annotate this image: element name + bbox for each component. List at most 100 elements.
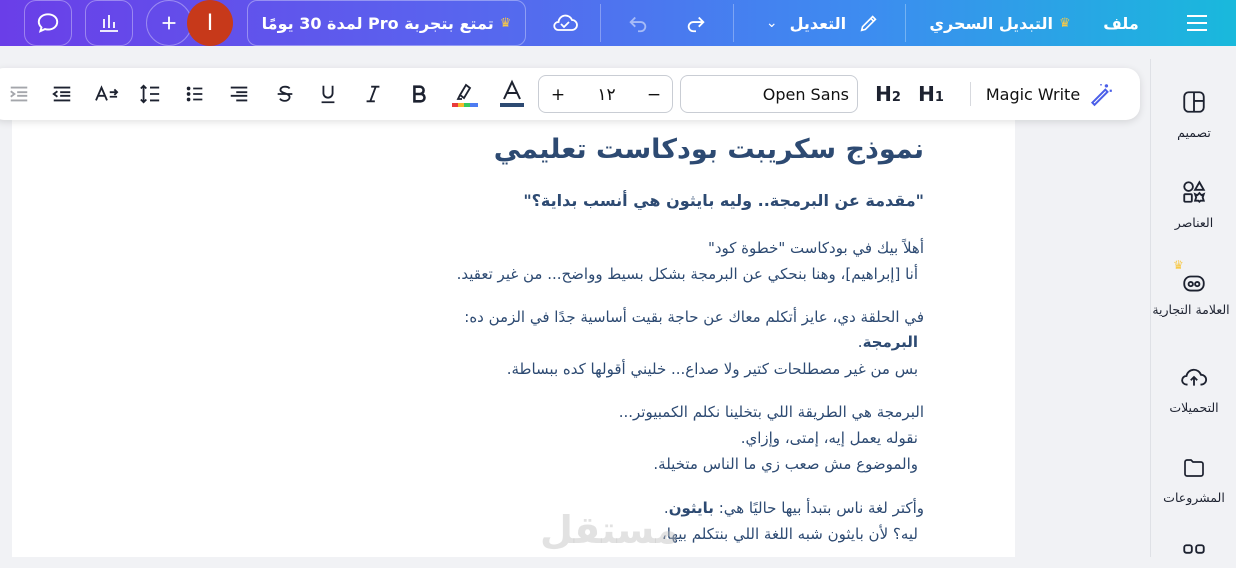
apps-grid-icon <box>1183 544 1205 554</box>
indent-button[interactable] <box>2 68 36 120</box>
divider <box>733 4 734 42</box>
file-menu[interactable]: ملف <box>1098 0 1144 46</box>
letter-spacing-icon <box>95 85 119 101</box>
font-size-value[interactable]: ١٢ <box>584 76 629 114</box>
indent-icon <box>10 86 28 102</box>
bold-icon <box>413 85 426 103</box>
undo-button[interactable] <box>620 0 656 46</box>
paragraph-line[interactable]: بس من غير مصطلحات كتير ولا صداع... خليني… <box>507 357 918 381</box>
hamburger-icon <box>1187 15 1207 31</box>
magic-write-button[interactable]: Magic Write <box>980 68 1120 120</box>
side-item-label: تصميم <box>1177 125 1211 140</box>
side-item-elements[interactable]: العناصر <box>1151 179 1236 230</box>
magic-switch-button[interactable]: التبديل السحري ♛ <box>925 0 1075 46</box>
outdent-icon <box>52 86 71 102</box>
edit-menu[interactable]: ⌄ التعديل <box>758 0 888 46</box>
brand-kit-icon <box>1183 275 1205 292</box>
main-menu-button[interactable] <box>1178 0 1216 46</box>
strikethrough-button[interactable] <box>270 68 300 120</box>
paragraph-line[interactable]: نقوله يعمل إيه، إمتى، وإزاي. <box>741 426 918 450</box>
font-family-value: Open Sans <box>762 84 849 104</box>
paragraph-line[interactable]: وأكتر لغة ناس بتبدأ بيها حاليًا هي: بايث… <box>664 496 924 520</box>
file-label: ملف <box>1103 13 1139 33</box>
heading1-label: H1 <box>918 82 944 106</box>
font-size-increase-button[interactable]: + <box>539 76 577 114</box>
crown-icon: ♛ <box>499 15 512 31</box>
line-spacing-icon <box>140 84 160 104</box>
bar-chart-icon <box>100 15 118 32</box>
magic-wand-icon <box>1091 84 1113 107</box>
side-item-projects[interactable]: المشروعات <box>1151 456 1236 505</box>
watermark: مستقل <box>540 508 679 552</box>
paragraph-line[interactable]: ليه؟ لأن بايثون شبه اللغة اللي بنتكلم بي… <box>662 522 918 546</box>
redo-icon <box>687 16 705 33</box>
side-item-uploads[interactable]: التحميلات <box>1151 364 1236 415</box>
highlighter-icon <box>452 83 478 107</box>
document-title[interactable]: نموذج سكريبت بودكاست تعليمي <box>494 134 924 165</box>
top-bar: I ♛ تمتع بتجربة Pro لمدة 30 يومًا ⌄ التع… <box>0 0 1236 46</box>
invite-button[interactable] <box>146 0 192 46</box>
underline-icon <box>321 85 335 104</box>
cloud-check-icon <box>553 14 578 31</box>
align-button[interactable] <box>222 68 256 120</box>
side-item-brand[interactable]: ♛ العلامة التجارية <box>1151 258 1236 317</box>
side-item-apps[interactable] <box>1151 542 1236 568</box>
underline-button[interactable] <box>313 68 343 120</box>
avatar[interactable]: I <box>187 0 233 46</box>
side-panel: تصميم العناصر ♛ العلامة التجارية التحميل… <box>1150 59 1236 557</box>
align-right-icon <box>230 86 248 102</box>
text-format-toolbar: + ١٢ − Open Sans H2 H1 Magic Write <box>0 68 1140 120</box>
pro-trial-button[interactable]: ♛ تمتع بتجربة Pro لمدة 30 يومًا <box>247 0 526 46</box>
brand-icon-wrap: ♛ <box>1173 258 1207 292</box>
insights-button[interactable] <box>85 0 133 46</box>
paragraph-text: وأكتر لغة ناس بتبدأ بيها حاليًا هي: <box>713 499 924 517</box>
highlight-button[interactable] <box>448 68 482 120</box>
avatar-letter: I <box>206 10 214 36</box>
paragraph-line[interactable]: والموضوع مش صعب زي ما الناس متخيلة. <box>653 452 918 476</box>
side-item-label: العلامة التجارية <box>1152 302 1230 317</box>
plus-icon <box>162 16 176 30</box>
side-item-label: التحميلات <box>1169 400 1219 415</box>
line-spacing-button[interactable] <box>133 68 167 120</box>
side-item-design[interactable]: تصميم <box>1151 89 1236 140</box>
paragraph-line[interactable]: في الحلقة دي، عايز أتكلم معاك عن حاجة بق… <box>464 305 924 329</box>
italic-icon <box>366 85 380 103</box>
comment-button[interactable] <box>24 0 72 46</box>
magic-switch-label: التبديل السحري <box>929 13 1053 33</box>
bold-button[interactable] <box>404 68 434 120</box>
font-family-select[interactable]: Open Sans <box>680 75 858 113</box>
divider <box>970 82 971 106</box>
font-size-control: + ١٢ − <box>538 75 673 113</box>
edit-label: التعديل <box>789 13 847 33</box>
side-item-label: العناصر <box>1174 215 1214 230</box>
list-button[interactable] <box>178 68 212 120</box>
paragraph-line[interactable]: البرمجة. <box>858 330 918 354</box>
cloud-save-status[interactable] <box>548 0 582 46</box>
divider <box>600 4 601 42</box>
bullet-list-icon <box>186 86 203 102</box>
text-color-icon <box>500 79 524 107</box>
shapes-icon <box>1183 180 1206 204</box>
layout-icon <box>1183 91 1205 113</box>
paragraph-line[interactable]: البرمجة هي الطريقة اللي بتخلينا نكلم الك… <box>619 400 924 424</box>
bold-text: البرمجة <box>862 333 918 351</box>
heading1-button[interactable]: H1 <box>916 68 946 120</box>
font-size-decrease-button[interactable]: − <box>635 76 673 114</box>
cloud-upload-icon <box>1181 368 1208 386</box>
divider <box>905 4 906 42</box>
text-color-button[interactable] <box>495 68 529 120</box>
redo-button[interactable] <box>678 0 714 46</box>
paragraph-line[interactable]: أنا [إبراهيم]، وهنا بنحكي عن البرمجة بشك… <box>457 262 918 286</box>
paragraph-line[interactable]: أهلاً بيك في بودكاست "خطوة كود" <box>708 236 924 260</box>
pro-trial-label: تمتع بتجربة Pro لمدة 30 يومًا <box>261 13 494 33</box>
strikethrough-icon <box>277 85 293 102</box>
undo-icon <box>629 16 647 33</box>
heading2-button[interactable]: H2 <box>873 68 903 120</box>
magic-write-label: Magic Write <box>985 84 1081 104</box>
outdent-button[interactable] <box>45 68 79 120</box>
heading2-label: H2 <box>875 82 901 106</box>
chevron-down-icon: ⌄ <box>765 15 778 31</box>
letter-spacing-button[interactable] <box>90 68 124 120</box>
italic-button[interactable] <box>358 68 388 120</box>
document-subtitle[interactable]: "مقدمة عن البرمجة.. وليه بايثون هي أنسب … <box>523 191 924 210</box>
